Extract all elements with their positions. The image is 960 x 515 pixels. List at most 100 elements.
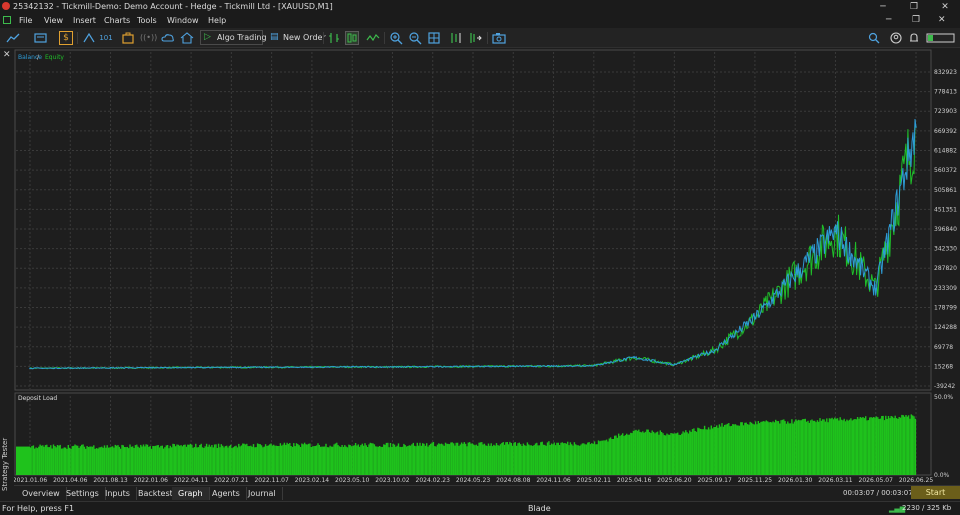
deposit-load-bar: [564, 443, 566, 475]
deposit-load-bar: [728, 423, 730, 475]
deposit-load-bar: [67, 445, 69, 475]
deposit-load-bar: [251, 446, 253, 475]
account-icon[interactable]: [889, 31, 903, 45]
deposit-load-bar: [252, 444, 255, 475]
deposit-load-bar: [258, 444, 260, 475]
algo-trading-button[interactable]: ▷ Algo Trading: [200, 30, 267, 45]
chart-type-icon[interactable]: [6, 31, 20, 45]
deposit-load-bar: [784, 421, 786, 475]
deposit-load-bar: [769, 422, 772, 475]
balance-point: [472, 365, 474, 368]
zoom-in-icon[interactable]: [389, 31, 403, 45]
menu-file[interactable]: File: [19, 16, 32, 25]
deposit-load-bar: [165, 445, 167, 475]
deposit-load-bar: [529, 445, 531, 475]
deposit-load-bar: [815, 422, 817, 475]
deposit-load-bar: [376, 446, 378, 475]
menu-charts[interactable]: Charts: [104, 16, 130, 25]
chart-shift-icon[interactable]: [449, 31, 463, 45]
candlestick-icon[interactable]: [345, 31, 359, 45]
deposit-load-bar: [803, 419, 805, 475]
bar-chart-icon[interactable]: [327, 31, 341, 45]
balance-point: [552, 365, 555, 367]
tester-close-button[interactable]: ✕: [3, 50, 11, 60]
deposit-load-bar: [36, 448, 39, 475]
minimize-button[interactable]: ─: [876, 1, 890, 13]
deposit-load-bar: [491, 446, 494, 475]
strategy-tester-label: Strategy Tester: [1, 437, 9, 491]
deposit-load-bar: [846, 419, 848, 475]
deposit-load-bar: [591, 443, 593, 475]
vps-icon[interactable]: [180, 31, 194, 45]
y-axis: 832923 778413 723903 669392 614882 560372 5058…: [934, 69, 957, 479]
x-tick-label: 2022.04.11: [174, 477, 209, 484]
doc-minimize-button[interactable]: ─: [886, 15, 891, 25]
deposit-load-bar: [478, 442, 480, 475]
auto-scroll-icon[interactable]: [468, 31, 482, 45]
deposit-load-bar: [328, 447, 330, 475]
zoom-out-icon[interactable]: [408, 31, 422, 45]
search-icon[interactable]: [867, 31, 881, 45]
tab-graph[interactable]: Graph: [172, 487, 210, 500]
deposit-load-bar: [737, 425, 739, 475]
deposit-load-bar: [682, 431, 684, 475]
deposit-load-bar: [793, 421, 796, 475]
deposit-load-bar: [400, 447, 402, 475]
deposit-load-bar: [207, 446, 209, 475]
deposit-load-bar: [452, 443, 455, 475]
start-button[interactable]: Start: [911, 486, 960, 499]
deposit-load-bar: [318, 445, 320, 475]
deposit-load-bar: [726, 423, 729, 475]
deposit-load-bar: [157, 445, 159, 475]
close-button[interactable]: ✕: [938, 1, 952, 13]
doc-restore-button[interactable]: ❐: [912, 15, 920, 25]
deposit-load-bar: [898, 417, 900, 475]
deposit-load-bar: [146, 444, 149, 475]
x-tick-label: 2021.08.13: [93, 477, 128, 484]
tab-agents[interactable]: Agents: [206, 487, 247, 500]
cloud-icon[interactable]: [161, 31, 175, 45]
deposit-load-bar: [742, 425, 745, 475]
market-icon[interactable]: $: [59, 31, 73, 45]
restore-button[interactable]: ❐: [907, 1, 921, 13]
new-order-button[interactable]: ▤ New Order: [266, 30, 326, 45]
notifications-icon[interactable]: [907, 31, 921, 45]
deposit-load-bar: [187, 444, 189, 475]
deposit-load-bar: [435, 446, 437, 475]
signals-icon[interactable]: ((•)): [140, 31, 157, 45]
doc-close-button[interactable]: ✕: [938, 15, 946, 25]
tab-journal[interactable]: Journal: [242, 487, 283, 500]
deposit-load-bar: [693, 428, 695, 475]
deposit-load-bar: [387, 442, 389, 475]
navigator-icon[interactable]: [82, 31, 96, 45]
deposit-load-bar: [404, 445, 406, 475]
screenshot-icon[interactable]: [492, 31, 506, 45]
deposit-load-bar: [50, 445, 52, 475]
deposit-load-bar: [35, 447, 37, 475]
deposit-load-bar: [497, 445, 499, 475]
deposit-load-bar: [361, 443, 363, 475]
deposit-load-bar: [208, 444, 210, 475]
deposit-load-bar: [541, 441, 543, 475]
deposit-load-bar: [654, 433, 656, 475]
menu-window[interactable]: Window: [167, 16, 199, 25]
deposit-load-bar: [279, 443, 282, 475]
templates-icon[interactable]: [34, 31, 48, 45]
deposit-load-bar: [215, 444, 217, 475]
legend-equity: Equity: [45, 54, 64, 61]
y-tick-label: 778413: [934, 89, 957, 96]
deposit-load-bar: [273, 444, 275, 475]
toolbox-icon[interactable]: [121, 31, 135, 45]
deposit-load-bar: [247, 446, 249, 475]
balance-point: [311, 366, 313, 368]
deposit-load-bar: [785, 423, 788, 475]
menu-insert[interactable]: Insert: [73, 16, 96, 25]
data-window-icon[interactable]: 101: [99, 31, 113, 45]
menu-tools[interactable]: Tools: [137, 16, 157, 25]
deposit-load-bar: [91, 446, 94, 475]
deposit-load-bar: [434, 446, 436, 475]
menu-view[interactable]: View: [44, 16, 63, 25]
menu-help[interactable]: Help: [208, 16, 226, 25]
tile-windows-icon[interactable]: [427, 31, 441, 45]
line-chart-icon[interactable]: [366, 31, 380, 45]
